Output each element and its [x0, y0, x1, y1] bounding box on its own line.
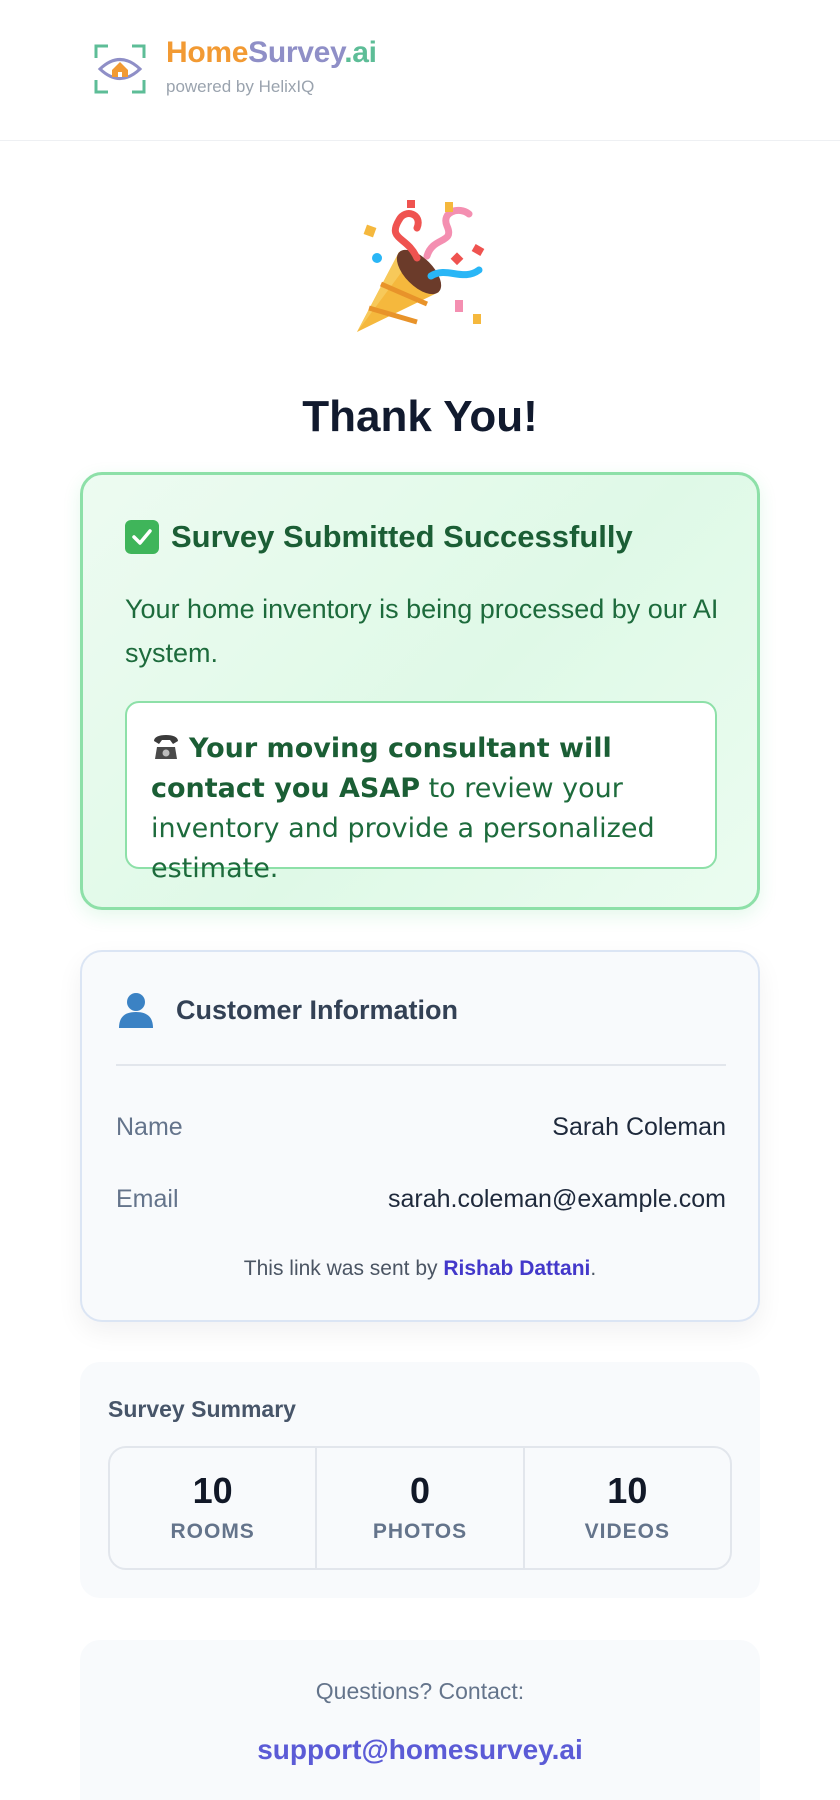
name-row: Name Sarah Coleman — [116, 1110, 726, 1144]
sent-by-prefix: This link was sent by — [243, 1257, 444, 1280]
sender-name: Rishab Dattani — [443, 1257, 591, 1280]
stat-label: PHOTOS — [372, 1520, 468, 1543]
customer-info-card: Customer Information Name Sarah Coleman … — [80, 950, 760, 1322]
stat-videos: 10 VIDEOS — [525, 1448, 730, 1568]
success-title: Survey Submitted Successfully — [171, 519, 633, 554]
survey-summary-title: Survey Summary — [108, 1396, 296, 1422]
success-card: Survey Submitted Successfully Your home … — [80, 472, 760, 910]
email-label: Email — [116, 1184, 179, 1213]
success-title-row: Survey Submitted Successfully — [125, 519, 633, 555]
page-header: HomeSurvey.ai powered by HelixIQ — [0, 0, 840, 141]
success-message: Your home inventory is being processed b… — [125, 594, 719, 668]
customer-info-title: Customer Information — [176, 994, 459, 1025]
email-value: sarah.coleman@example.com — [387, 1184, 726, 1213]
questions-text: Questions? Contact: — [315, 1678, 525, 1704]
consultant-contact-box: Your moving consultant will contact you … — [125, 701, 717, 884]
stat-rooms: 10 ROOMS — [110, 1448, 318, 1568]
person-icon — [119, 993, 153, 1028]
stat-value: 0 — [409, 1470, 430, 1511]
page-title: Thank You! — [302, 392, 538, 441]
support-email-link[interactable]: support@homesurvey.ai — [80, 1734, 760, 1766]
phone-icon — [154, 735, 178, 759]
brand-home: Home — [166, 36, 249, 69]
survey-summary-card: Survey Summary 10 ROOMS 0 PHOTOS 10 VIDE… — [80, 1362, 760, 1598]
brand-name: HomeSurvey.ai — [166, 36, 377, 70]
stat-label: ROOMS — [170, 1520, 255, 1543]
customer-info-header: Customer Information — [116, 990, 458, 1030]
name-value: Sarah Coleman — [552, 1112, 726, 1141]
info-divider — [116, 1064, 726, 1066]
stat-photos: 0 PHOTOS — [317, 1448, 525, 1568]
powered-by: powered by HelixIQ — [166, 77, 315, 96]
homesurvey-logo-icon — [94, 44, 146, 94]
brand-survey: Survey — [248, 36, 345, 69]
stat-value: 10 — [192, 1470, 233, 1511]
hero-celebration — [0, 196, 840, 347]
check-mark-icon — [125, 520, 159, 554]
support-card: Questions? Contact: support@homesurvey.a… — [80, 1640, 760, 1800]
sent-by-note: This link was sent by Rishab Dattani. — [82, 1257, 758, 1281]
name-label: Name — [116, 1112, 183, 1141]
stat-value: 10 — [607, 1470, 648, 1511]
party-popper-icon — [357, 200, 485, 332]
stat-label: VIDEOS — [584, 1520, 670, 1543]
brand-ai: .ai — [344, 36, 377, 69]
sent-by-suffix: . — [590, 1257, 597, 1280]
summary-stats: 10 ROOMS 0 PHOTOS 10 VIDEOS — [108, 1446, 732, 1570]
email-row: Email sarah.coleman@example.com — [116, 1182, 726, 1216]
